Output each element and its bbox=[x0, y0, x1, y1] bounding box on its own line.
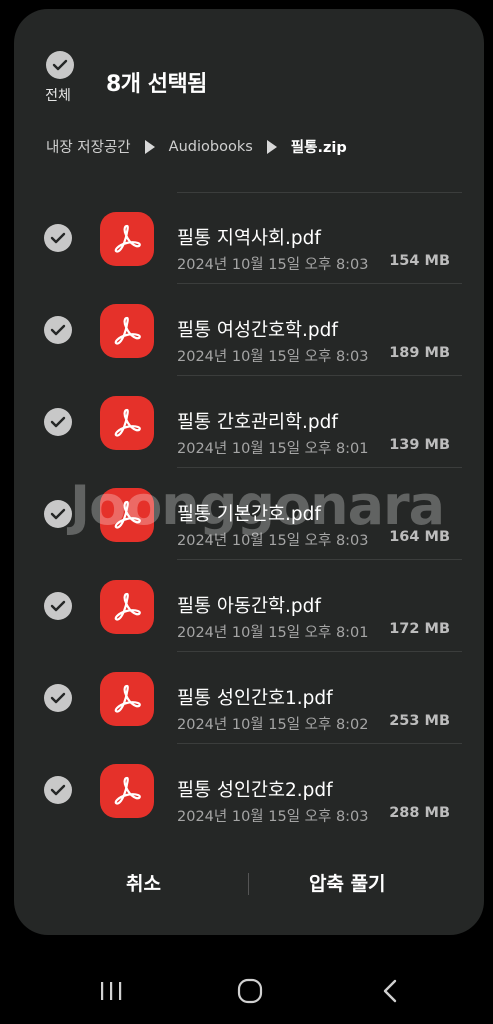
file-date: 2024년 10월 15일 오후 8:03 bbox=[177, 533, 369, 549]
system-nav-bar bbox=[0, 960, 493, 1020]
file-name: 필통 성인간호1.pdf bbox=[177, 688, 333, 709]
breadcrumb-separator-icon bbox=[266, 139, 277, 154]
selected-check-icon[interactable] bbox=[44, 592, 72, 620]
breadcrumb: 내장 저장공간 Audiobooks 필통.zip bbox=[46, 136, 347, 157]
breadcrumb-item-internal-storage[interactable]: 내장 저장공간 bbox=[46, 136, 131, 157]
file-date: 2024년 10월 15일 오후 8:03 bbox=[177, 257, 369, 273]
file-size: 154 MB bbox=[389, 253, 450, 269]
select-all-toggle[interactable]: 전체 bbox=[42, 51, 78, 105]
file-size: 172 MB bbox=[389, 621, 450, 637]
selected-check-icon[interactable] bbox=[44, 776, 72, 804]
breadcrumb-separator-icon bbox=[144, 139, 155, 154]
pdf-icon bbox=[100, 304, 154, 358]
file-row[interactable]: 필통 간호관리학.pdf 2024년 10월 15일 오후 8:01 139 MB bbox=[14, 376, 484, 468]
file-row[interactable]: 필통 여성간호학.pdf 2024년 10월 15일 오후 8:03 189 MB bbox=[14, 284, 484, 376]
action-divider bbox=[248, 873, 249, 895]
back-icon[interactable] bbox=[370, 976, 410, 1006]
file-name: 필통 지역사회.pdf bbox=[177, 228, 321, 249]
file-row[interactable]: 필통 성인간호1.pdf 2024년 10월 15일 오후 8:02 253 MB bbox=[14, 652, 484, 744]
selected-check-icon[interactable] bbox=[44, 408, 72, 436]
home-icon[interactable] bbox=[230, 976, 270, 1006]
extract-button[interactable]: 압축 풀기 bbox=[309, 869, 386, 896]
file-size: 139 MB bbox=[389, 437, 450, 453]
file-date: 2024년 10월 15일 오후 8:01 bbox=[177, 441, 369, 457]
file-name: 필통 여성간호학.pdf bbox=[177, 320, 338, 341]
select-all-check-icon[interactable] bbox=[46, 51, 74, 79]
selection-count-title: 8개 선택됨 bbox=[106, 72, 207, 97]
file-date: 2024년 10월 15일 오후 8:02 bbox=[177, 717, 369, 733]
file-row[interactable]: 필통 기본간호.pdf 2024년 10월 15일 오후 8:03 164 MB bbox=[14, 468, 484, 560]
pdf-icon bbox=[100, 212, 154, 266]
selected-check-icon[interactable] bbox=[44, 316, 72, 344]
file-size: 288 MB bbox=[389, 805, 450, 821]
pdf-icon bbox=[100, 580, 154, 634]
recents-icon[interactable] bbox=[91, 976, 131, 1006]
file-name: 필통 기본간호.pdf bbox=[177, 504, 321, 525]
file-name: 필통 성인간호2.pdf bbox=[177, 780, 333, 801]
file-date: 2024년 10월 15일 오후 8:03 bbox=[177, 809, 369, 825]
file-size: 253 MB bbox=[389, 713, 450, 729]
file-row[interactable]: 필통 지역사회.pdf 2024년 10월 15일 오후 8:03 154 MB bbox=[14, 192, 484, 284]
select-all-label: 전체 bbox=[45, 88, 71, 104]
pdf-icon bbox=[100, 488, 154, 542]
pdf-icon bbox=[100, 396, 154, 450]
breadcrumb-item-zip[interactable]: 필통.zip bbox=[291, 136, 347, 157]
file-row[interactable]: 필통 아동간학.pdf 2024년 10월 15일 오후 8:01 172 MB bbox=[14, 560, 484, 652]
file-size: 189 MB bbox=[389, 345, 450, 361]
cancel-button[interactable]: 취소 bbox=[126, 869, 161, 896]
file-size: 164 MB bbox=[389, 529, 450, 545]
selected-check-icon[interactable] bbox=[44, 684, 72, 712]
selected-check-icon[interactable] bbox=[44, 500, 72, 528]
file-name: 필통 아동간학.pdf bbox=[177, 596, 321, 617]
file-date: 2024년 10월 15일 오후 8:01 bbox=[177, 625, 369, 641]
pdf-icon bbox=[100, 764, 154, 818]
extract-dialog: 전체 8개 선택됨 내장 저장공간 Audiobooks 필통.zip 필통 지… bbox=[14, 9, 484, 935]
file-name: 필통 간호관리학.pdf bbox=[177, 412, 338, 433]
selected-check-icon[interactable] bbox=[44, 224, 72, 252]
breadcrumb-item-audiobooks[interactable]: Audiobooks bbox=[169, 139, 253, 155]
file-row[interactable]: 필통 성인간호2.pdf 2024년 10월 15일 오후 8:03 288 MB bbox=[14, 744, 484, 836]
pdf-icon bbox=[100, 672, 154, 726]
file-date: 2024년 10월 15일 오후 8:03 bbox=[177, 349, 369, 365]
action-bar: 취소 압축 풀기 bbox=[14, 859, 484, 907]
